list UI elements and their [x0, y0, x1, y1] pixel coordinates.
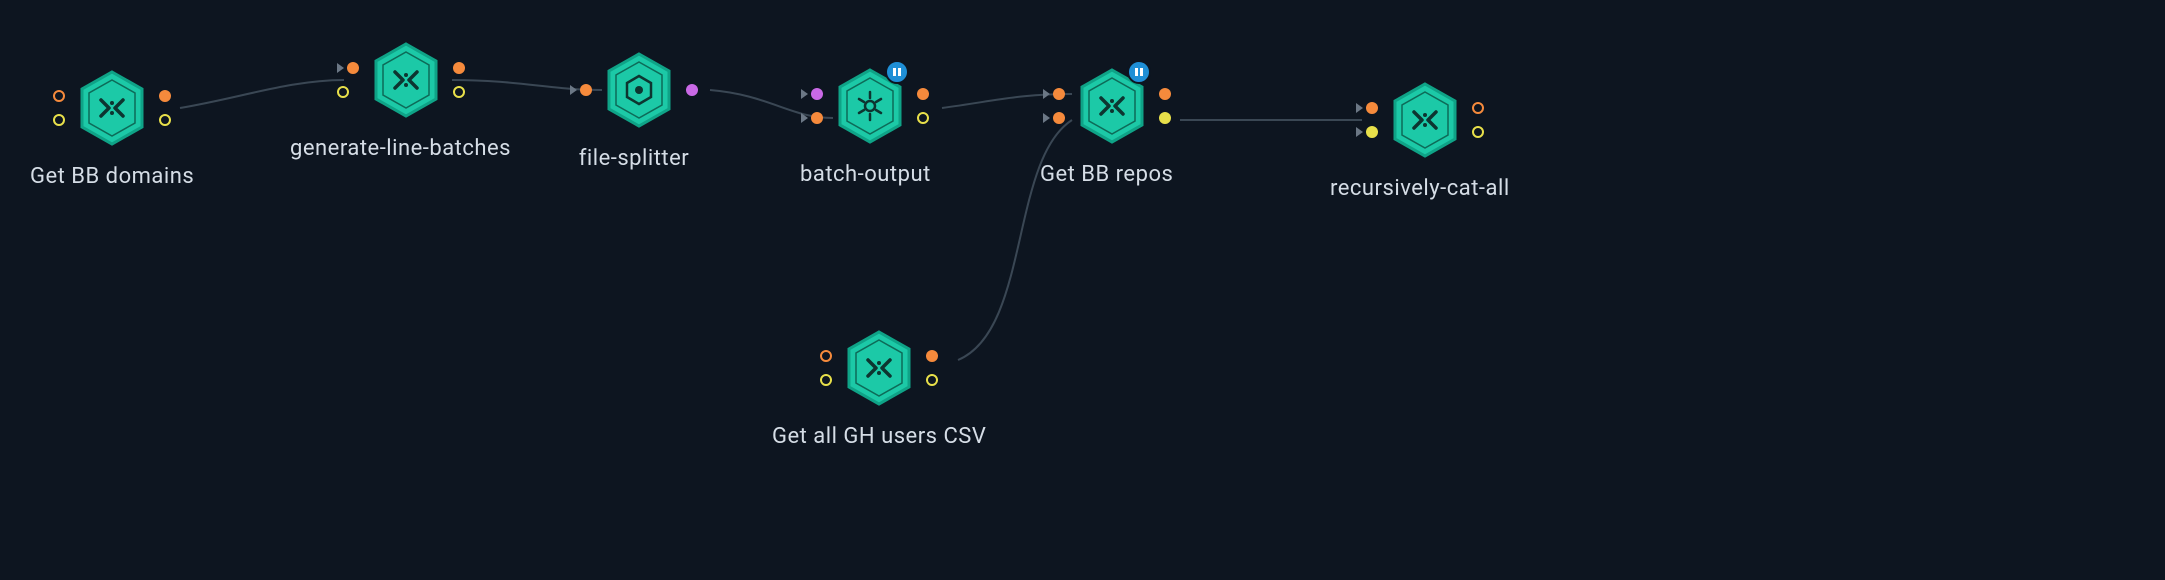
- node-label: Get BB repos: [1040, 162, 1173, 187]
- node-label: recursively-cat-all: [1330, 176, 1510, 201]
- input-port[interactable]: [53, 90, 65, 102]
- output-port[interactable]: [159, 90, 171, 102]
- output-port[interactable]: [917, 88, 929, 100]
- node-file-splitter[interactable]: file-splitter: [570, 52, 698, 171]
- node-hexagon[interactable]: [1392, 82, 1458, 158]
- node-recursively-cat-all[interactable]: recursively-cat-all: [1330, 82, 1510, 201]
- input-port[interactable]: [337, 86, 359, 98]
- input-port[interactable]: [337, 62, 359, 74]
- output-ports: [1159, 88, 1171, 124]
- node-hexagon[interactable]: [846, 330, 912, 406]
- output-ports: [159, 90, 171, 126]
- node-hexagon[interactable]: [1079, 68, 1145, 144]
- output-port[interactable]: [1472, 102, 1484, 114]
- output-port[interactable]: [1159, 88, 1171, 100]
- node-generate-line-batches[interactable]: generate-line-batches: [290, 42, 511, 161]
- node-get-bb-domains[interactable]: Get BB domains: [30, 70, 194, 189]
- input-port[interactable]: [1356, 126, 1378, 138]
- shell-icon: [373, 42, 439, 118]
- workflow-canvas[interactable]: Get BB domains generate-line-batches: [0, 0, 2165, 580]
- input-port[interactable]: [570, 84, 592, 96]
- input-port[interactable]: [820, 374, 832, 386]
- input-port[interactable]: [1356, 102, 1378, 114]
- output-port[interactable]: [1472, 126, 1484, 138]
- input-port[interactable]: [1043, 88, 1065, 100]
- input-ports: [801, 88, 823, 124]
- input-ports: [53, 90, 65, 126]
- output-ports: [926, 350, 938, 386]
- output-port[interactable]: [1159, 112, 1171, 124]
- input-port[interactable]: [801, 88, 823, 100]
- output-ports: [453, 62, 465, 98]
- input-port[interactable]: [1043, 112, 1065, 124]
- node-label: generate-line-batches: [290, 136, 511, 161]
- output-port[interactable]: [917, 112, 929, 124]
- output-port[interactable]: [686, 84, 698, 96]
- node-batch-output[interactable]: batch-output: [800, 68, 931, 187]
- splitter-icon: [606, 52, 672, 128]
- pause-badge: [1127, 60, 1151, 84]
- output-port[interactable]: [926, 350, 938, 362]
- output-port[interactable]: [926, 374, 938, 386]
- shell-icon: [1392, 82, 1458, 158]
- pause-badge: [885, 60, 909, 84]
- node-hexagon[interactable]: [606, 52, 672, 128]
- output-port[interactable]: [453, 86, 465, 98]
- input-ports: [570, 84, 592, 96]
- output-port[interactable]: [159, 114, 171, 126]
- input-port[interactable]: [820, 350, 832, 362]
- input-port[interactable]: [801, 112, 823, 124]
- output-port[interactable]: [453, 62, 465, 74]
- output-ports: [1472, 102, 1484, 138]
- node-label: batch-output: [800, 162, 931, 187]
- input-port[interactable]: [53, 114, 65, 126]
- input-ports: [1043, 88, 1065, 124]
- shell-icon: [846, 330, 912, 406]
- node-get-all-gh-users-csv[interactable]: Get all GH users CSV: [772, 330, 986, 449]
- shell-icon: [79, 70, 145, 146]
- output-ports: [917, 88, 929, 124]
- node-label: file-splitter: [579, 146, 690, 171]
- input-ports: [820, 350, 832, 386]
- node-hexagon[interactable]: [79, 70, 145, 146]
- node-label: Get all GH users CSV: [772, 424, 986, 449]
- output-ports: [686, 84, 698, 96]
- node-label: Get BB domains: [30, 164, 194, 189]
- input-ports: [1356, 102, 1378, 138]
- node-hexagon[interactable]: [373, 42, 439, 118]
- input-ports: [337, 62, 359, 98]
- node-hexagon[interactable]: [837, 68, 903, 144]
- node-get-bb-repos[interactable]: Get BB repos: [1040, 68, 1173, 187]
